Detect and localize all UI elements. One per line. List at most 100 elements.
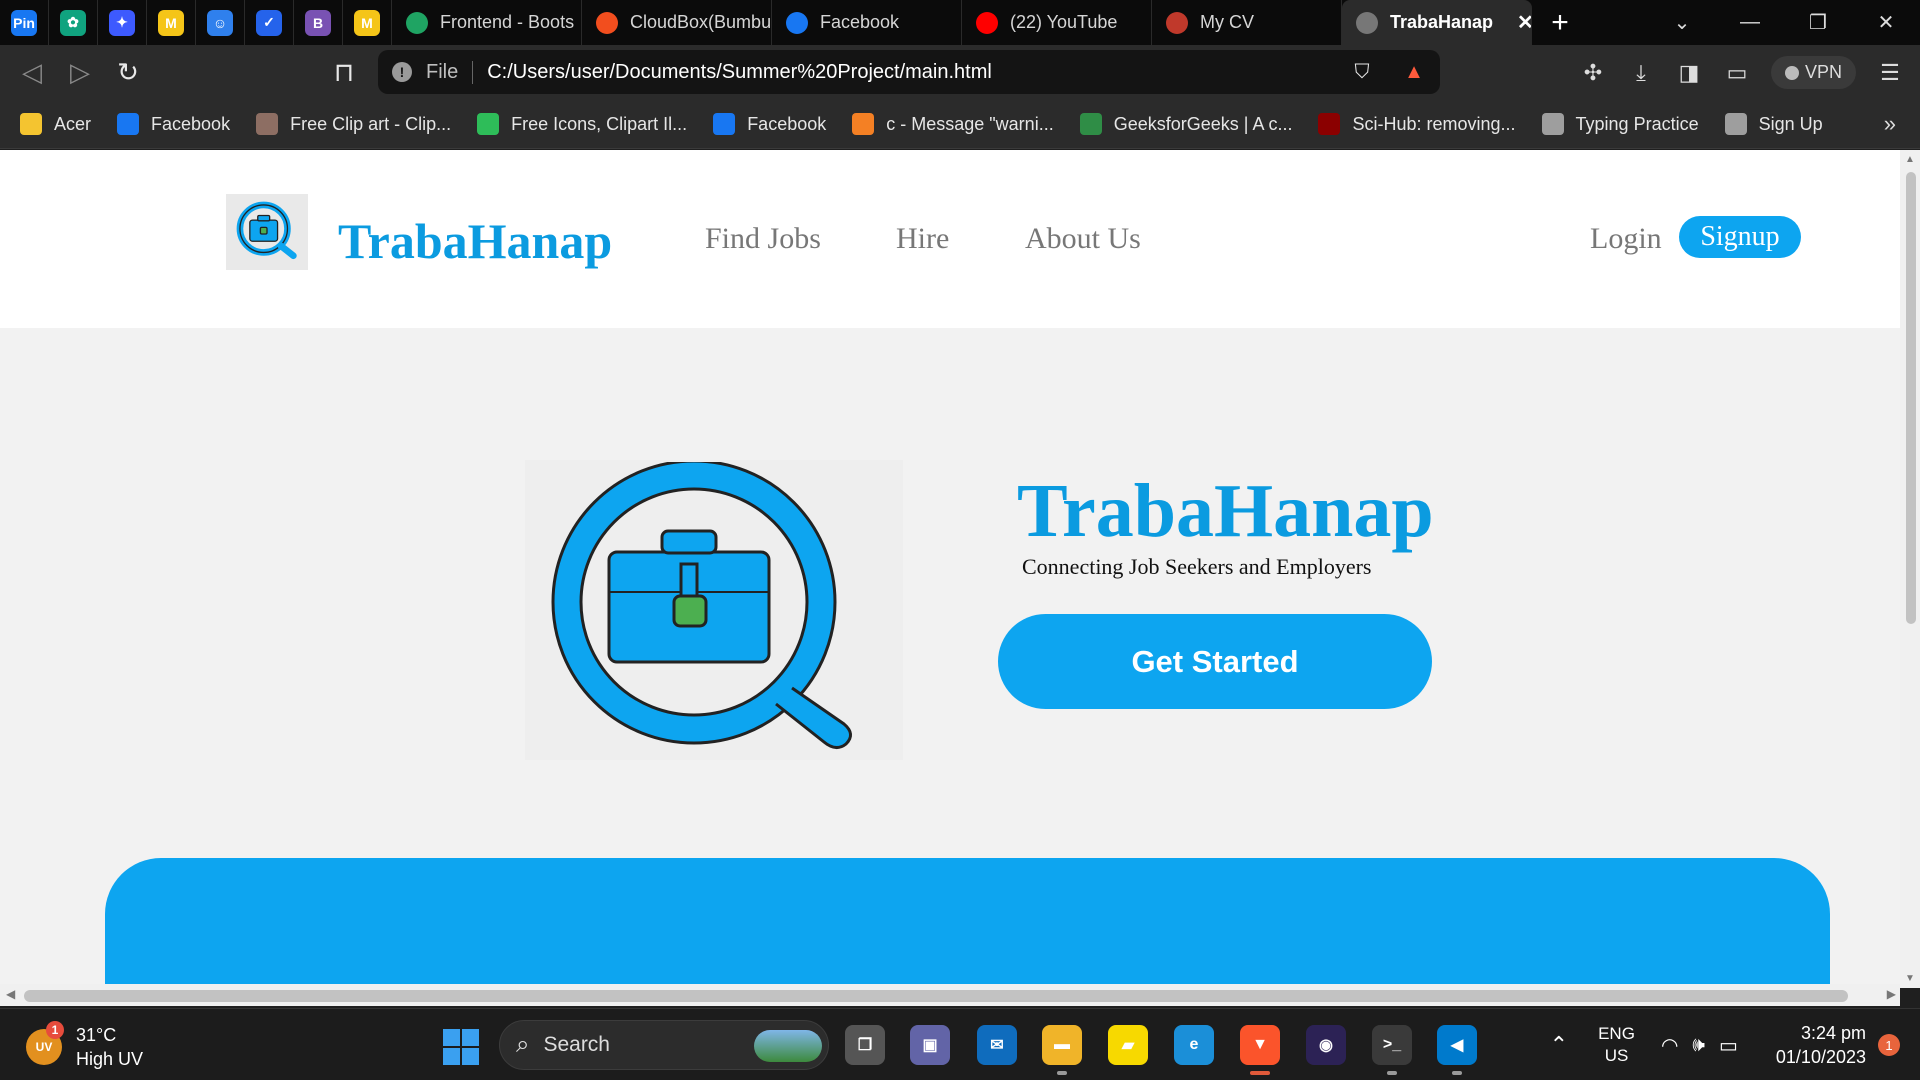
pinned-tab[interactable]: M (147, 0, 196, 45)
bookmark-item[interactable]: Typing Practice (1541, 113, 1699, 135)
uv-sun-icon: UV 1 (26, 1021, 64, 1065)
app-glyph: ▰ (1121, 1037, 1135, 1054)
wallet-icon[interactable]: ▭ (1713, 45, 1761, 100)
bookmark-label: Typing Practice (1575, 113, 1699, 134)
running-indicator (1057, 1071, 1067, 1075)
forward-button[interactable]: ▷ (56, 49, 104, 97)
reload-button[interactable]: ↻ (104, 49, 152, 97)
browser-tab[interactable]: (22) YouTube (962, 0, 1152, 45)
browser-tab[interactable]: My CV (1152, 0, 1342, 45)
brave-icon[interactable]: ▼ (1240, 1025, 1280, 1075)
scroll-up-icon[interactable]: ▲ (1902, 154, 1918, 165)
new-tab-button[interactable]: + (1532, 0, 1588, 45)
browser-tab[interactable]: TrabaHanap ✕ (1342, 0, 1532, 45)
clock[interactable]: 3:24 pm 01/10/2023 (1776, 1021, 1866, 1069)
browser-tab[interactable]: CloudBox(Bumbu (582, 0, 772, 45)
horizontal-scrollbar[interactable]: ◀ ▶ (0, 984, 1900, 1006)
site-info-icon[interactable]: ! (392, 62, 412, 82)
brave-rewards-icon[interactable]: ▲ (1388, 50, 1440, 94)
browser-tab[interactable]: Facebook (772, 0, 962, 45)
terminal-icon[interactable]: >_ (1372, 1025, 1412, 1075)
browser-tab[interactable]: Frontend - Boots (392, 0, 582, 45)
miro-icon: M (354, 9, 380, 36)
bookmark-label: Facebook (747, 113, 827, 134)
bookmark-item[interactable]: Facebook (117, 113, 230, 135)
bookmark-item[interactable]: Acer (20, 113, 91, 135)
taskbar-search[interactable]: ⌕ Search (499, 1020, 829, 1070)
login-link[interactable]: Login (1590, 222, 1662, 256)
close-tab-icon[interactable]: ✕ (1517, 10, 1531, 35)
weather-widget[interactable]: UV 1 31°C High UV (26, 1021, 143, 1071)
signup-button[interactable]: Signup (1679, 216, 1801, 258)
page-viewport: TrabaHanap Find Jobs Hire About Us Login… (0, 150, 1900, 988)
scroll-right-icon[interactable]: ▶ (1887, 987, 1896, 1001)
pinned-tab[interactable]: M (343, 0, 392, 45)
typing-icon (1541, 113, 1564, 135)
nav-hire[interactable]: Hire (896, 222, 949, 256)
bookmark-label: GeeksforGeeks | A c... (1113, 113, 1293, 134)
horizontal-scroll-thumb[interactable] (24, 990, 1848, 1002)
bookmark-item[interactable]: Free Clip art - Clip... (256, 113, 451, 135)
show-hidden-icons-chevron-icon[interactable]: ⌃ (1550, 1032, 1568, 1058)
scroll-left-icon[interactable]: ◀ (6, 987, 15, 1001)
uv-label: UV (35, 1040, 53, 1054)
back-button[interactable]: ◁ (8, 49, 56, 97)
figma-icon (596, 11, 618, 34)
teams-chat-icon[interactable]: ▣ (910, 1025, 950, 1065)
brand-logo[interactable] (226, 194, 308, 270)
bookmarks-overflow-icon[interactable]: » (1884, 111, 1896, 137)
bookmark-page-button[interactable]: ⊓ (320, 49, 368, 97)
start-button[interactable] (443, 1029, 479, 1065)
bookmark-item[interactable]: Sci-Hub: removing... (1318, 113, 1516, 135)
vpn-button[interactable]: VPN (1770, 56, 1856, 89)
bot-icon: ☺ (207, 9, 233, 36)
downloads-icon[interactable]: ⤓ (1617, 45, 1665, 100)
bookmark-item[interactable]: c - Message "warni... (852, 113, 1054, 135)
vscode-icon[interactable]: ◀ (1437, 1025, 1477, 1075)
brand-name[interactable]: TrabaHanap (338, 212, 612, 270)
brave-shields-icon[interactable]: ⛉ (1336, 50, 1388, 94)
eclipse-icon[interactable]: ◉ (1306, 1025, 1346, 1065)
edge-icon[interactable]: e (1174, 1025, 1214, 1065)
scihub-icon (1318, 113, 1341, 135)
vertical-scrollbar[interactable]: ▲ ▼ (1900, 150, 1920, 988)
pinned-tab[interactable]: ☺ (196, 0, 245, 45)
bookmark-item[interactable]: Sign Up (1724, 113, 1823, 135)
close-window-icon[interactable]: ✕ (1852, 0, 1920, 45)
wifi-icon[interactable]: ◠ (1661, 1033, 1678, 1058)
address-bar[interactable]: ! File C:/Users/user/Documents/Summer%20… (378, 50, 1440, 94)
bookmark-item[interactable]: Free Icons, Clipart Il... (477, 113, 687, 135)
mail-icon[interactable]: ✉ (977, 1025, 1017, 1065)
file-explorer-icon[interactable]: ▬ (1042, 1025, 1082, 1075)
bookmark-item[interactable]: Facebook (713, 113, 826, 135)
facebook-icon (786, 11, 808, 34)
bookmark-label: Facebook (151, 113, 231, 134)
content-panel (105, 858, 1830, 988)
pinned-tab[interactable]: Pin (0, 0, 49, 45)
minimize-icon[interactable]: — (1716, 0, 1784, 45)
pinned-tab[interactable]: ✿ (49, 0, 98, 45)
pinned-tab[interactable]: B (294, 0, 343, 45)
restore-icon[interactable]: ❐ (1784, 0, 1852, 45)
menu-icon[interactable]: ☰ (1866, 45, 1914, 100)
tab-strip: Pin ✿ ✦ M ☺ ✓ B M Frontend - Boots CloudBox(Bumb… (0, 0, 1920, 45)
notification-badge[interactable]: 1 (1878, 1034, 1900, 1056)
scroll-down-icon[interactable]: ▼ (1902, 973, 1918, 984)
nav-find-jobs[interactable]: Find Jobs (705, 222, 821, 256)
task-view-icon[interactable]: ❐ (845, 1025, 885, 1065)
url-text[interactable]: C:/Users/user/Documents/Summer%20Project… (487, 61, 992, 84)
pinned-tab[interactable]: ✓ (245, 0, 294, 45)
language-indicator[interactable]: ENG US (1598, 1023, 1635, 1067)
tab-search-chevron-icon[interactable]: ⌄ (1648, 0, 1716, 45)
get-started-button[interactable]: Get Started (998, 614, 1432, 709)
battery-icon[interactable]: ▭ (1719, 1033, 1738, 1058)
nav-about-us[interactable]: About Us (1025, 222, 1141, 256)
sticky-notes-icon[interactable]: ▰ (1108, 1025, 1148, 1065)
sidebar-icon[interactable]: ◨ (1665, 45, 1713, 100)
extensions-icon[interactable]: ✣ (1569, 45, 1617, 100)
tab-title: My CV (1200, 12, 1254, 32)
volume-icon[interactable]: 🕪 (1692, 1034, 1705, 1057)
bookmark-item[interactable]: GeeksforGeeks | A c... (1079, 113, 1293, 135)
pinned-tab[interactable]: ✦ (98, 0, 147, 45)
vertical-scroll-thumb[interactable] (1906, 172, 1916, 624)
